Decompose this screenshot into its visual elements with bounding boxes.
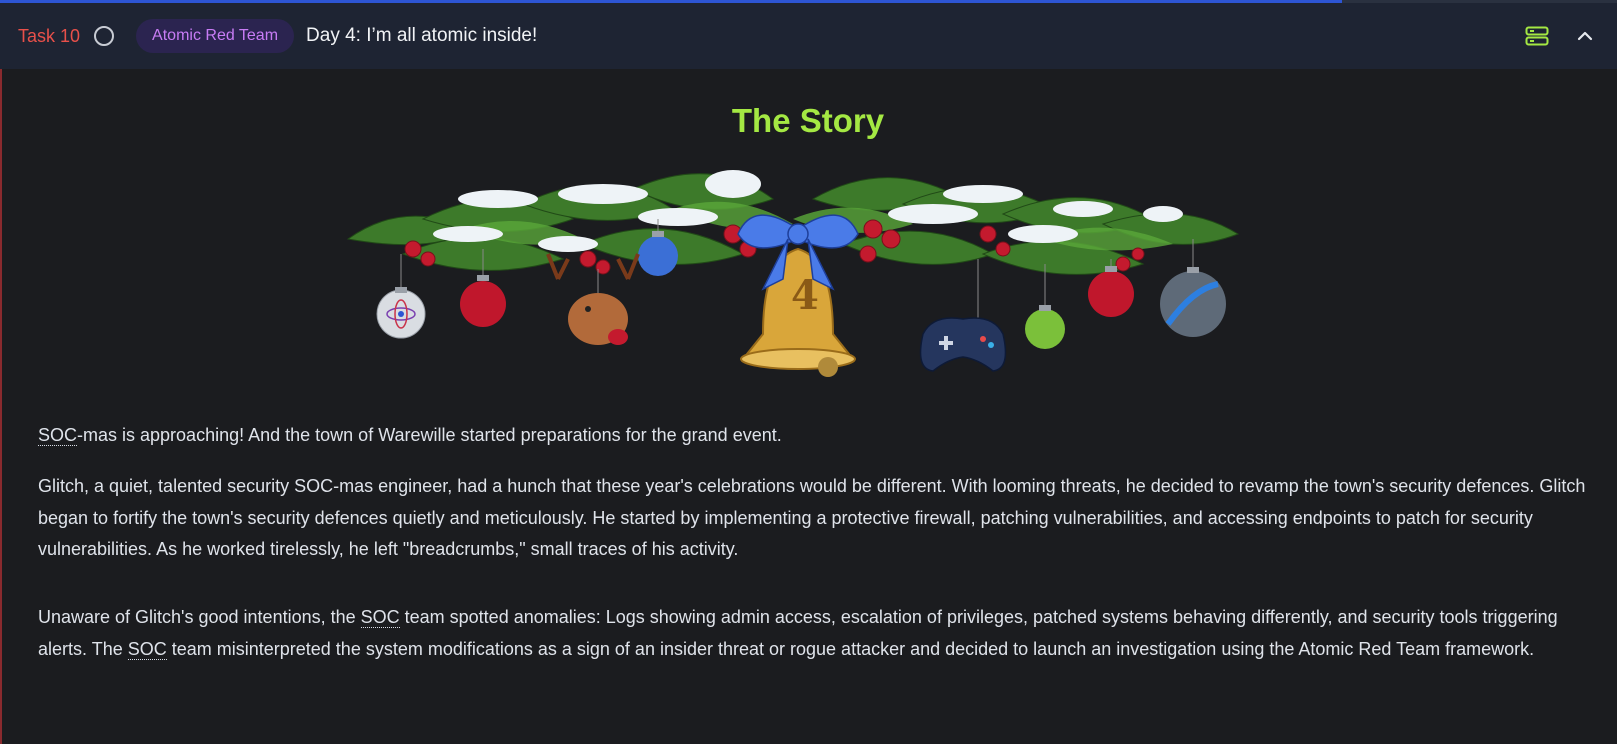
task-header[interactable]: Task 10 Atomic Red Team Day 4: I’m all a… [0, 3, 1617, 69]
story-heading: The Story [731, 102, 885, 139]
story-paragraph-1: SOC-mas is approaching! And the town of … [38, 420, 1598, 452]
task-title: Day 4: I’m all atomic inside! [306, 25, 538, 46]
story-paragraph-2: Glitch, a quiet, talented security SOC-m… [38, 476, 1586, 559]
soc-abbreviation: SOC [127, 638, 167, 660]
chevron-up-icon[interactable] [1575, 26, 1595, 46]
circle-outline-icon [94, 26, 115, 46]
story-paragraph-3-part-a: Unaware of Glitch's good intentions, the [38, 607, 361, 627]
task-number: Task 10 [18, 25, 81, 46]
soc-abbreviation: SOC [38, 425, 78, 446]
story-paragraph-3-part-c: team misinterpreted the system modificat… [166, 638, 1535, 659]
christmas-garland-image: 4 [346, 170, 1240, 377]
active-task-indicator [0, 69, 2, 744]
story-paragraph-3: Unaware of Glitch's good intentions, the… [38, 602, 1598, 665]
story-paragraph-1-text: -mas is approaching! And the town of War… [77, 425, 782, 445]
server-icon[interactable] [1525, 26, 1549, 46]
soc-abbreviation: SOC [360, 607, 400, 628]
room-tag: Atomic Red Team [136, 19, 295, 53]
task-content: The Story 4 SOC-mas is approaching! And … [38, 69, 1588, 660]
